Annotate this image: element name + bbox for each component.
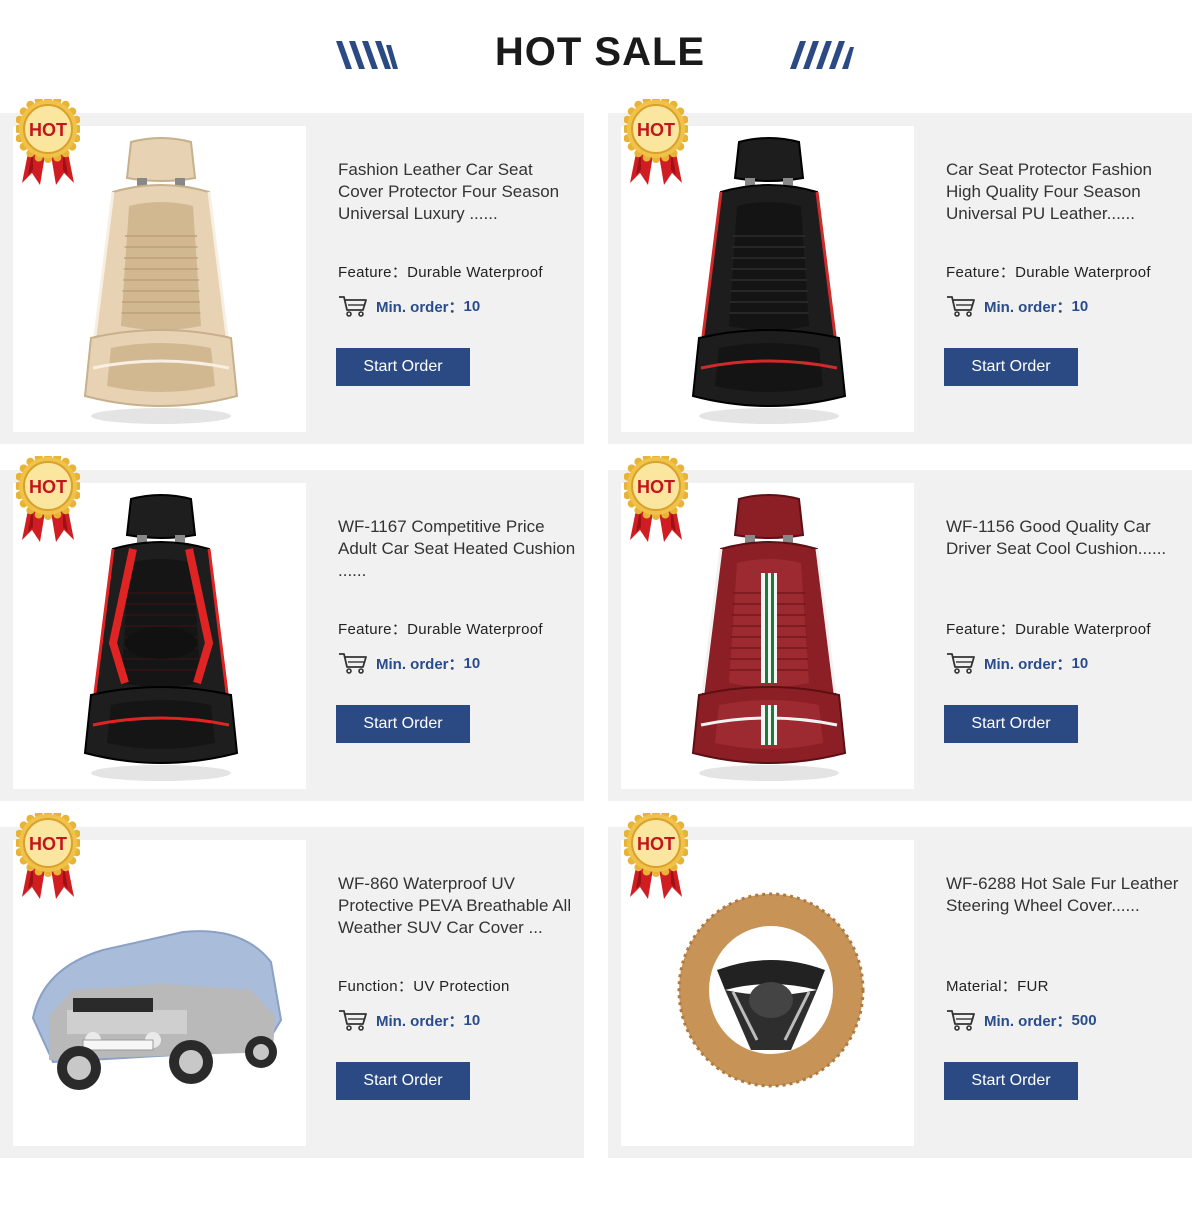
min-order-label: Min. order： (984, 298, 1072, 316)
attribute-value: UV Protection (413, 978, 510, 995)
product-title[interactable]: WF-6288 Hot Sale Fur Leather Steering Wh… (946, 873, 1186, 917)
min-order-label: Min. order： (984, 655, 1072, 673)
min-order: Min. order： 10 (946, 295, 1088, 317)
cart-icon (339, 296, 367, 317)
start-order-button[interactable]: Start Order (944, 348, 1078, 386)
hot-badge-icon: HOT (624, 813, 688, 899)
product-card: HOT WF-6288 Hot Sale Fur Leather Steerin… (608, 813, 1192, 1158)
product-attribute: Feature：Durable Waterproof (338, 261, 543, 282)
hot-badge-label: HOT (637, 834, 675, 854)
min-order-value: 10 (1071, 654, 1089, 672)
product-title[interactable]: WF-1167 Competitive Price Adult Car Seat… (338, 516, 578, 582)
page-title: HOT SALE (494, 30, 706, 74)
attribute-label: Feature： (946, 621, 1016, 638)
hot-badge-label: HOT (29, 834, 67, 854)
attribute-value: Durable Waterproof (1015, 621, 1151, 638)
attribute-value: Durable Waterproof (1015, 264, 1151, 281)
start-order-button[interactable]: Start Order (944, 705, 1078, 743)
min-order-label: Min. order： (376, 655, 464, 673)
min-order: Min. order： 500 (946, 1009, 1097, 1031)
min-order-value: 500 (1071, 1011, 1097, 1029)
min-order-label: Min. order： (376, 1012, 464, 1030)
start-order-button[interactable]: Start Order (944, 1062, 1078, 1100)
attribute-label: Function： (338, 978, 414, 995)
cart-icon (339, 1010, 367, 1031)
cart-icon (947, 1010, 975, 1031)
hot-badge-label: HOT (637, 477, 675, 497)
product-attribute: Material：FUR (946, 975, 1049, 996)
cart-icon (947, 653, 975, 674)
start-order-button[interactable]: Start Order (336, 1062, 470, 1100)
min-order: Min. order： 10 (338, 652, 480, 674)
hot-badge-icon: HOT (16, 456, 80, 542)
attribute-label: Feature： (946, 264, 1016, 281)
attribute-value: FUR (1017, 978, 1049, 995)
min-order-label: Min. order： (376, 298, 464, 316)
min-order: Min. order： 10 (946, 652, 1088, 674)
product-attribute: Feature：Durable Waterproof (946, 618, 1151, 639)
attribute-label: Feature： (338, 621, 408, 638)
product-card: HOT WF-1156 Good Quality Car Driver Seat… (608, 456, 1192, 801)
hot-badge-icon: HOT (624, 99, 688, 185)
product-card: HOT Car Seat Protector Fashion High Qual… (608, 99, 1192, 444)
cart-icon (339, 653, 367, 674)
attribute-value: Durable Waterproof (407, 264, 543, 281)
product-attribute: Feature：Durable Waterproof (946, 261, 1151, 282)
product-attribute: Feature：Durable Waterproof (338, 618, 543, 639)
min-order-value: 10 (1071, 297, 1089, 315)
product-title[interactable]: WF-860 Waterproof UV Protective PEVA Bre… (338, 873, 578, 939)
right-stripes-decoration (790, 41, 854, 69)
min-order-value: 10 (463, 297, 481, 315)
hot-badge-label: HOT (29, 120, 67, 140)
section-header: HOT SALE (0, 0, 1200, 110)
min-order-value: 10 (463, 1011, 481, 1029)
start-order-button[interactable]: Start Order (336, 348, 470, 386)
attribute-value: Durable Waterproof (407, 621, 543, 638)
product-card: HOT Fashion Leather Car Seat Cover Prote… (0, 99, 584, 444)
attribute-label: Material： (946, 978, 1018, 995)
hot-badge-label: HOT (637, 120, 675, 140)
min-order-value: 10 (463, 654, 481, 672)
product-card: HOT WF-860 Waterproof UV Protective PEVA… (0, 813, 584, 1158)
product-title[interactable]: WF-1156 Good Quality Car Driver Seat Coo… (946, 516, 1186, 560)
product-title[interactable]: Fashion Leather Car Seat Cover Protector… (338, 159, 578, 225)
hot-badge-label: HOT (29, 477, 67, 497)
product-attribute: Function：UV Protection (338, 975, 510, 996)
start-order-button[interactable]: Start Order (336, 705, 470, 743)
attribute-label: Feature： (338, 264, 408, 281)
min-order: Min. order： 10 (338, 1009, 480, 1031)
cart-icon (947, 296, 975, 317)
hot-badge-icon: HOT (16, 99, 80, 185)
hot-badge-icon: HOT (16, 813, 80, 899)
min-order: Min. order： 10 (338, 295, 480, 317)
hot-badge-icon: HOT (624, 456, 688, 542)
product-card: HOT WF-1167 Competitive Price Adult Car … (0, 456, 584, 801)
min-order-label: Min. order： (984, 1012, 1072, 1030)
product-title[interactable]: Car Seat Protector Fashion High Quality … (946, 159, 1186, 225)
